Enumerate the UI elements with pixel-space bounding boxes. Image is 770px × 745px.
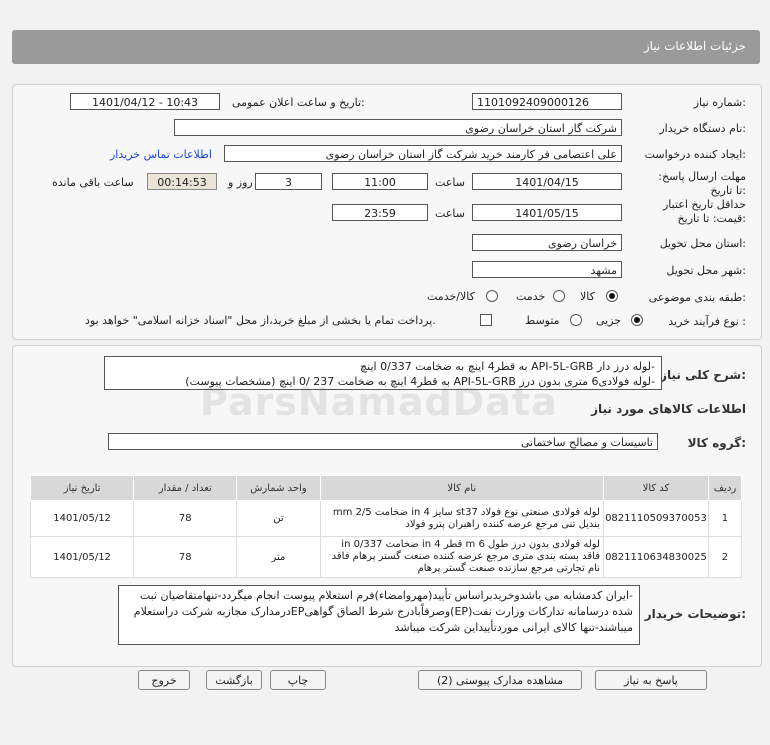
print-button[interactable]: چاپ	[270, 670, 326, 690]
col-name: نام کالا	[319, 475, 604, 501]
col-row: ردیف	[707, 475, 743, 501]
remaining-label: ساعت باقی مانده	[52, 176, 134, 189]
deadline-time-label: ساعت	[435, 176, 465, 189]
validity-time-label: ساعت	[435, 207, 465, 220]
col-qty: تعداد / مقدار	[133, 475, 238, 501]
deadline-date-field: 1401/04/15	[472, 173, 622, 190]
col-unit: واحد شمارش	[236, 475, 321, 501]
category-radio-goods[interactable]	[606, 290, 618, 302]
category-service-label: خدمت	[516, 290, 546, 303]
cell-name: لوله فولادی بدون درز طول 6 m قطر 4 in ضخ…	[319, 536, 604, 578]
process-radio-medium[interactable]	[570, 314, 582, 326]
buyer-org-label: نام دستگاه خریدار:	[659, 122, 746, 135]
validity-time-field: 23:59	[332, 204, 428, 221]
attachments-button[interactable]: مشاهده مدارک پیوستی (2)	[418, 670, 582, 690]
summary-line-1: -لوله درز دار API-5L-GRB به قطر4 اینچ به…	[360, 360, 655, 373]
city-label: شهر محل تحویل:	[666, 264, 746, 277]
goods-info-title: اطلاعات کالاهای مورد نیاز	[591, 402, 746, 416]
process-label: نوع فرآیند خرید :	[668, 315, 746, 328]
cell-date: 1401/05/12	[29, 536, 135, 578]
validity-label: حداقل تاریخ اعتبار قیمت: تا تاریخ:	[662, 198, 746, 225]
watermark-text: ParsNamadData	[200, 380, 558, 424]
announce-field: 1401/04/12 - 10:43	[70, 93, 220, 110]
province-field: خراسان رضوی	[472, 234, 622, 251]
need-number-field: 1101092409000126	[472, 93, 622, 110]
need-number-label: شماره نیاز:	[693, 96, 746, 109]
reply-button[interactable]: پاسخ به نیاز	[595, 670, 707, 690]
buyer-notes-box: -ایران کدمشابه می باشدوخریدبراساس تأیید(…	[118, 585, 640, 645]
category-label: طبقه بندی موضوعی:	[648, 291, 746, 304]
summary-label: شرح کلی نیاز:	[660, 368, 746, 382]
remaining-time-field: 00:14:53	[147, 173, 217, 190]
announce-label: تاریخ و ساعت اعلان عمومی:	[232, 96, 365, 109]
page-header: جزئیات اطلاعات نیاز	[12, 30, 760, 64]
deadline-label: مهلت ارسال پاسخ: تا تاریخ:	[658, 170, 746, 197]
cell-code: 0821110634830025	[602, 536, 709, 578]
cell-unit: متر	[236, 536, 321, 578]
treasury-checkbox[interactable]	[480, 314, 492, 326]
validity-date-field: 1401/05/15	[472, 204, 622, 221]
buyer-notes-label: توضیحات خریدار:	[644, 607, 746, 621]
col-date: تاریخ نیاز	[29, 475, 135, 501]
goods-table: ردیف کد کالا نام کالا واحد شمارش تعداد /…	[29, 475, 743, 578]
cell-code: 0821110509370053	[602, 500, 709, 537]
province-label: استان محل تحویل:	[659, 237, 746, 250]
category-goods-label: کالا	[580, 290, 595, 303]
cell-row: 1	[707, 500, 743, 537]
treasury-note: پرداخت تمام یا بخشی از مبلغ خرید،از محل …	[85, 314, 436, 327]
process-medium-label: متوسط	[525, 314, 560, 327]
cell-row: 2	[707, 536, 743, 578]
requester-field: علی اعتصامی فر کارمند خرید شرکت گاز استا…	[224, 145, 622, 162]
days-label: روز و	[228, 176, 253, 189]
cell-qty: 78	[133, 500, 238, 537]
category-radio-goods-service[interactable]	[486, 290, 498, 302]
deadline-time-field: 11:00	[332, 173, 428, 190]
back-button[interactable]: بازگشت	[206, 670, 262, 690]
cell-unit: تن	[236, 500, 321, 537]
process-radio-minor[interactable]	[631, 314, 643, 326]
buyer-org-field: شرکت گاز استان خراسان رضوی	[174, 119, 622, 136]
category-goods-service-label: کالا/خدمت	[427, 290, 475, 303]
table-row: 2 0821110634830025 لوله فولادی بدون درز …	[29, 536, 743, 578]
goods-group-label: گروه کالا:	[687, 436, 746, 450]
days-field: 3	[255, 173, 322, 190]
table-row: 1 0821110509370053 لوله فولادی صنعتی نوع…	[29, 500, 743, 537]
cell-name: لوله فولادی صنعتی نوع فولاد st37 سایز 4 …	[319, 500, 604, 537]
category-radio-service[interactable]	[553, 290, 565, 302]
col-code: کد کالا	[602, 475, 709, 501]
goods-group-field: تاسیسات و مصالح ساختمانی	[108, 433, 658, 450]
cell-qty: 78	[133, 536, 238, 578]
city-field: مشهد	[472, 261, 622, 278]
requester-label: ایجاد کننده درخواست:	[644, 148, 746, 161]
goods-table-header: ردیف کد کالا نام کالا واحد شمارش تعداد /…	[29, 475, 743, 501]
page-title: جزئیات اطلاعات نیاز	[643, 39, 746, 53]
process-minor-label: جزیی	[596, 314, 622, 327]
cell-date: 1401/05/12	[29, 500, 135, 537]
exit-button[interactable]: خروج	[138, 670, 190, 690]
contact-buyer-link[interactable]: اطلاعات تماس خریدار	[110, 148, 212, 161]
